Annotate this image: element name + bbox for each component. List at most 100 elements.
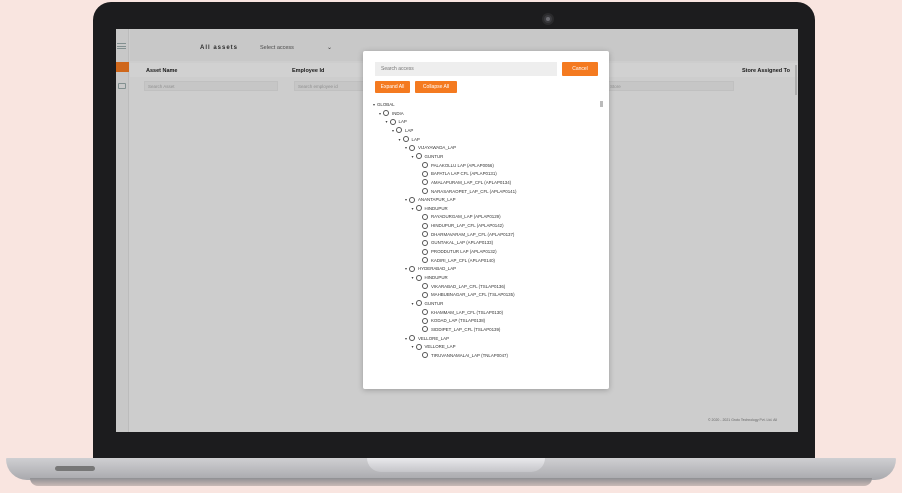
tree-node-label: VIJAYAWADA_LAP (418, 145, 457, 151)
radio-button[interactable] (422, 239, 428, 246)
tree-node[interactable]: ▾ VIJAYAWADA_LAP (403, 144, 456, 151)
radio-button[interactable] (422, 170, 428, 177)
search-access-input[interactable] (375, 62, 557, 76)
tree-node-label: AMALAPURAM_LAP_CFL (APLAP0134) (431, 179, 512, 185)
radio-button[interactable] (422, 317, 428, 324)
radio-button[interactable] (409, 265, 415, 272)
radio-button[interactable] (422, 179, 428, 186)
tree-node-label: GUNTAKAL_LAP (APLAP0133) (431, 240, 494, 246)
tree-node[interactable]: ▾ LAP (390, 127, 413, 134)
tree-node[interactable]: SIDDIPET_LAP_CFL (TSLAP0139) (422, 326, 500, 333)
radio-button[interactable] (383, 110, 389, 117)
caret-down-icon[interactable]: ▾ (410, 154, 416, 159)
radio-button[interactable] (422, 248, 428, 255)
radio-button[interactable] (422, 188, 428, 194)
tree-node[interactable]: HINDUPUR_LAP_CFL (APLAP0142) (422, 222, 504, 229)
tree-node-label: HINDUPUR (424, 275, 448, 280)
tree-node[interactable]: VIKARABAD_LAP_CFL (TSLAP0136) (422, 283, 505, 290)
caret-down-icon[interactable]: ▾ (397, 137, 403, 142)
tree-node-label: ANANTAPUR_LAP (418, 197, 456, 203)
tree-node-label: GUNTUR (424, 153, 444, 159)
tree-node[interactable]: DHARMAVARAM_LAP_CFL (APLAP0137) (422, 231, 514, 238)
tree-node[interactable]: ▾ HYDERABAD_LAP (403, 265, 456, 272)
tree-node-label: LAP (398, 119, 407, 125)
collapse-all-button[interactable]: Collapse All (415, 81, 457, 93)
app-screen: All assets Select access ⌄ Asset Name Em… (116, 29, 798, 432)
radio-button[interactable] (422, 283, 428, 290)
tree-node[interactable]: PRODDUTUR LAP (APLAP0132) (422, 248, 497, 255)
tree-node-label: PRODDUTUR LAP (APLAP0132) (431, 249, 497, 255)
laptop-grip (55, 466, 95, 471)
tree-node-label: NARASARAOPET_LAP_CFL (APLAP0141) (431, 188, 517, 194)
expand-all-button[interactable]: Expand All (375, 81, 410, 93)
tree-node[interactable]: ▾ GUNTUR (410, 300, 443, 307)
tree-node-label: VELLORE_LAP (424, 344, 456, 350)
tree-node[interactable]: ▾ GUNTUR (410, 153, 444, 160)
radio-button[interactable] (422, 352, 428, 359)
radio-button[interactable] (422, 291, 428, 298)
radio-button[interactable] (409, 335, 415, 342)
radio-button[interactable] (402, 136, 409, 143)
tree-node-label: TIRUVANNAMALAI_LAP (TNLAP0047) (431, 352, 508, 358)
radio-button[interactable] (422, 162, 428, 169)
radio-button[interactable] (422, 309, 428, 316)
radio-button[interactable] (415, 274, 422, 281)
tree-node[interactable]: MAHBUBNAGAR_LAP_CFL (TSLAP0135) (422, 291, 515, 298)
tree-node-label: RAYADURGAM_LAP (APLAP0129) (431, 214, 501, 220)
tree-node[interactable]: AMALAPURAM_LAP_CFL (APLAP0134) (422, 179, 511, 186)
tree-node-label: MAHBUBNAGAR_LAP_CFL (TSLAP0135) (431, 292, 515, 298)
tree-node[interactable]: PALAKOLLU LAP (APLAP0056) (422, 162, 494, 169)
tree-node[interactable]: ▾ ANANTAPUR_LAP (403, 196, 456, 203)
tree-node[interactable]: TIRUVANNAMALAI_LAP (TNLAP0047) (422, 352, 508, 359)
tree-node-label: KHAMMAM_LAP_CFL (TSLAP0130) (431, 309, 504, 315)
caret-down-icon[interactable]: ▾ (410, 301, 416, 306)
tree-node[interactable]: ▾ GLOBAL (371, 101, 395, 108)
caret-down-icon[interactable]: ▾ (410, 344, 416, 349)
radio-button[interactable] (415, 153, 422, 160)
tree-node[interactable]: NARASARAOPET_LAP_CFL (APLAP0141) (422, 188, 517, 195)
tree-node-label: HYDERABAD_LAP (418, 266, 457, 272)
tree-node[interactable]: ▾ VELLORE_LAP (403, 335, 449, 342)
tree-scrollbar[interactable] (600, 101, 603, 107)
tree-node[interactable]: ▾ HINDUPUR (410, 205, 448, 212)
caret-down-icon[interactable]: ▾ (384, 119, 390, 124)
tree-node[interactable]: ▾ LAP (384, 118, 407, 125)
radio-button[interactable] (396, 127, 402, 134)
cancel-button[interactable]: Cancel (562, 62, 598, 76)
tree-node-label: PALAKOLLU LAP (APLAP0056) (431, 162, 494, 168)
caret-down-icon[interactable]: ▾ (410, 206, 416, 211)
caret-down-icon[interactable]: ▾ (410, 275, 416, 280)
access-modal: Cancel Expand All Collapse All ▾GLOBAL ▾I… (363, 51, 609, 389)
tree-node[interactable]: RAYADURGAM_LAP (APLAP0129) (422, 213, 501, 220)
tree-node-label: KADIRI_LAP_CFL (APLAP0140) (431, 257, 496, 263)
tree-node[interactable]: KODAD_LAP (TSLAP0138) (422, 317, 485, 324)
tree-node-label: VIKARABAD_LAP_CFL (TSLAP0136) (431, 283, 506, 289)
tree-node[interactable]: ▾ INDIA (377, 110, 404, 117)
tree-node-label: LAP (405, 127, 414, 133)
radio-button[interactable] (415, 300, 422, 307)
radio-button[interactable] (409, 144, 415, 151)
tree-node[interactable]: ▾ LAP (397, 136, 420, 143)
radio-button[interactable] (389, 118, 396, 125)
tree-node[interactable]: KADIRI_LAP_CFL (APLAP0140) (422, 257, 495, 264)
radio-button[interactable] (422, 213, 428, 220)
tree-node[interactable]: GUNTAKAL_LAP (APLAP0133) (422, 239, 493, 246)
radio-button[interactable] (422, 326, 428, 333)
tree-node-label: SIDDIPET_LAP_CFL (TSLAP0139) (431, 326, 501, 332)
radio-button[interactable] (422, 222, 428, 229)
radio-button[interactable] (415, 343, 422, 350)
tree-node[interactable]: KHAMMAM_LAP_CFL (TSLAP0130) (422, 309, 503, 316)
tree-node[interactable]: ▾ VELLORE_LAP (410, 343, 456, 350)
tree-node[interactable]: BAPATLA LAP CFL (APLAP0131) (422, 170, 497, 177)
tree-node-label: HINDUPUR (424, 205, 448, 211)
tree-node-label: DHARMAVARAM_LAP_CFL (APLAP0137) (431, 231, 515, 237)
tree-node-label: BAPATLA LAP CFL (APLAP0131) (431, 171, 497, 177)
radio-button[interactable] (415, 205, 422, 212)
tree-node-label: VELLORE_LAP (418, 335, 449, 341)
radio-button[interactable] (422, 257, 428, 264)
laptop-base-shadow (30, 478, 872, 486)
tree-node[interactable]: ▾ HINDUPUR (410, 274, 448, 281)
access-tree: ▾ GLOBAL ▾ INDIA ▾ LAP ▾ LAP ▾ LAP ▾ VIJAYAWADA_LAP… (371, 99, 601, 384)
radio-button[interactable] (409, 196, 415, 203)
radio-button[interactable] (422, 231, 428, 238)
